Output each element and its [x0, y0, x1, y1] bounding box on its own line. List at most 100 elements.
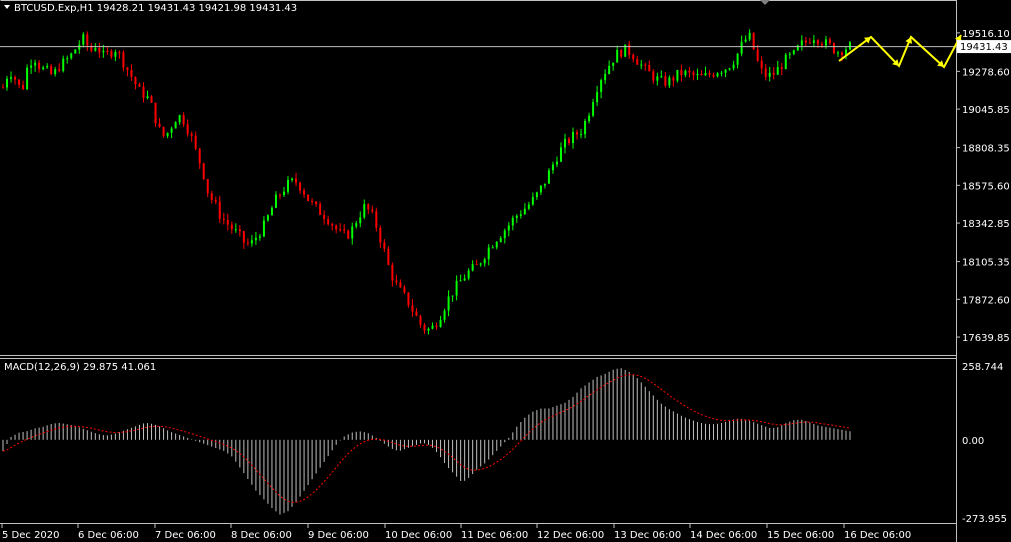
candle-body [832, 43, 835, 54]
candle-body [688, 70, 691, 73]
candle-body [696, 73, 699, 76]
candle-body [222, 218, 225, 220]
candle-body [331, 224, 334, 226]
candle-body [335, 225, 338, 230]
forecast-zigzag-line [838, 34, 962, 69]
candle-body [399, 282, 402, 288]
candle-body [323, 214, 326, 220]
candle-body [210, 193, 213, 201]
candle-body [519, 214, 522, 216]
candle-body [407, 292, 410, 306]
candle-body [266, 215, 269, 221]
candle-body [636, 59, 639, 65]
candle-body [218, 201, 221, 219]
price-tick-label: 19516.10 [962, 29, 1010, 40]
frame [0, 0, 957, 542]
candle-body [640, 64, 643, 66]
candle-body [238, 229, 241, 232]
candle-body [26, 67, 29, 90]
candle-body [311, 200, 314, 202]
candle-body [612, 62, 615, 66]
candle-body [804, 40, 807, 43]
candle-body [736, 53, 739, 65]
candle-body [812, 40, 815, 43]
candle-body [427, 328, 430, 331]
candle-body [347, 230, 350, 239]
candle-body [740, 41, 743, 54]
candle-body [543, 183, 546, 186]
candle-body [439, 319, 442, 328]
candle-body [86, 34, 89, 46]
candle-body [282, 191, 285, 196]
candle-body [339, 229, 342, 231]
chart-canvas[interactable]: 19516.10 19278.60 19045.85 18808.35 18575.60… [0, 0, 1011, 542]
candle-body [824, 39, 827, 46]
candle-body [2, 87, 4, 89]
candle-body [206, 179, 209, 194]
price-axis: 19516.10 19278.60 19045.85 18808.35 18575.60… [956, 29, 1010, 344]
candle-body [182, 115, 185, 125]
candle-body [475, 264, 478, 266]
macd-tick-label: 0.00 [962, 436, 984, 447]
candle-body [126, 67, 129, 70]
macd-tick-label: -273.955 [962, 514, 1007, 525]
candle-body [367, 204, 370, 210]
candle-body [307, 194, 310, 201]
candle-body [138, 84, 141, 87]
candle-body [363, 204, 366, 218]
candle-body [756, 49, 759, 61]
candle-body [527, 204, 530, 209]
macd-label: MACD(12,26,9) 29.875 41.061 [4, 362, 156, 373]
candle-body [130, 69, 133, 78]
candle-body [315, 201, 318, 205]
shift-marker-icon[interactable] [760, 0, 770, 5]
collapse-triangle-icon[interactable] [4, 5, 10, 9]
time-tick-label: 15 Dec 06:00 [767, 530, 834, 541]
time-tick-label: 8 Dec 06:00 [231, 530, 292, 541]
candle-body [435, 325, 438, 328]
candle-body [443, 310, 446, 320]
candle-body [499, 238, 502, 242]
candle-body [14, 77, 17, 80]
candle-body [371, 209, 374, 212]
candle-body [359, 217, 362, 224]
candle-body [600, 80, 603, 93]
candle-body [820, 43, 823, 46]
candle-body [551, 164, 554, 171]
candle-body [291, 178, 294, 180]
candle-body [632, 54, 635, 60]
symbol-header: BTCUSD.Exp,H1 19428.21 19431.43 19421.98… [4, 3, 297, 14]
candle-body [254, 237, 257, 241]
candle-body [808, 42, 811, 44]
candle-body [214, 200, 217, 202]
candle-body [708, 73, 711, 75]
candle-body [555, 161, 558, 165]
candle-body [748, 32, 751, 40]
candle-body [828, 39, 831, 44]
candle-body [102, 50, 105, 53]
candle-body [515, 215, 518, 218]
candle-body [395, 280, 398, 283]
candle-body [772, 72, 775, 75]
candle-body [74, 49, 77, 54]
candle-body [234, 229, 237, 231]
candle-body [419, 315, 422, 325]
candle-body [596, 92, 599, 103]
candle-body [122, 52, 125, 68]
candle-body [648, 65, 651, 72]
candle-body [531, 197, 534, 205]
candle-body [507, 225, 510, 231]
candle-body [58, 69, 61, 71]
candle-body [592, 102, 595, 116]
candle-body [411, 305, 414, 312]
candle-body [572, 132, 575, 144]
candle-body [728, 68, 731, 70]
candle-body [684, 70, 687, 76]
candle-body [38, 62, 41, 70]
candle-body [652, 71, 655, 81]
candle-body [487, 247, 490, 260]
time-tick-label: 14 Dec 06:00 [690, 530, 757, 541]
candle-body [387, 248, 390, 265]
candle-body [692, 72, 695, 76]
candle-body [495, 241, 498, 248]
